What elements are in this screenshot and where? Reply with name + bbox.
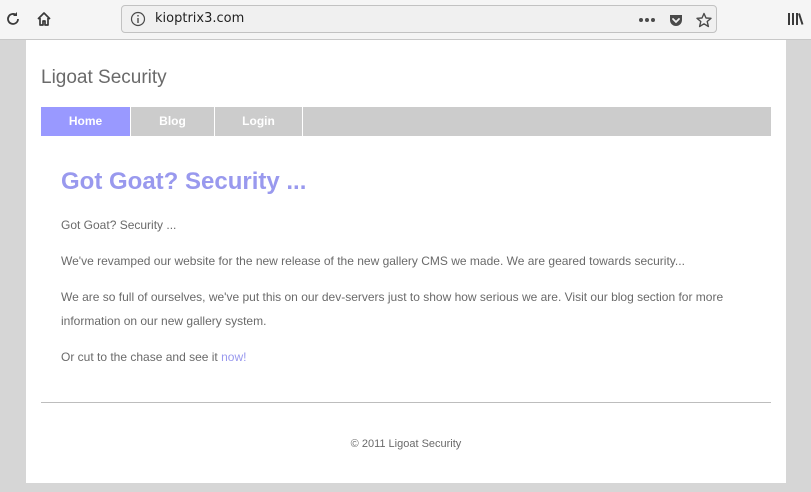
main-content: Got Goat? Security ... Got Goat? Securit… — [61, 168, 761, 364]
more-dots-icon[interactable] — [638, 11, 656, 29]
library-icon[interactable] — [783, 7, 807, 31]
star-icon[interactable] — [695, 11, 713, 29]
browser-toolbar: kioptrix3.com — [0, 0, 811, 40]
home-icon[interactable] — [32, 7, 56, 31]
url-text[interactable]: kioptrix3.com — [155, 11, 244, 26]
pocket-icon[interactable] — [667, 11, 685, 29]
info-icon[interactable] — [130, 11, 146, 27]
chase-paragraph: Or cut to the chase and see it now! — [61, 345, 751, 369]
reload-icon[interactable] — [1, 7, 25, 31]
footer-divider — [41, 402, 771, 403]
revamp-paragraph: We've revamped our website for the new r… — [61, 254, 685, 268]
url-bar[interactable]: kioptrix3.com — [121, 5, 717, 33]
page-heading: Got Goat? Security ... — [61, 168, 307, 195]
intro-paragraph: Got Goat? Security ... — [61, 218, 177, 232]
nav-item-login[interactable]: Login — [215, 107, 303, 136]
chase-text: Or cut to the chase and see it — [61, 350, 222, 364]
now-link[interactable]: now! — [221, 350, 246, 364]
dev-servers-paragraph: We are so full of ourselves, we've put t… — [61, 290, 724, 328]
footer-copyright: © 2011 Ligoat Security — [350, 438, 462, 450]
page-container: Ligoat Security Home Blog Login Got Goat… — [26, 40, 786, 483]
nav-bar: Home Blog Login — [41, 107, 771, 136]
nav-item-home[interactable]: Home — [41, 107, 131, 136]
site-title: Ligoat Security — [41, 67, 167, 88]
nav-item-blog[interactable]: Blog — [131, 107, 215, 136]
